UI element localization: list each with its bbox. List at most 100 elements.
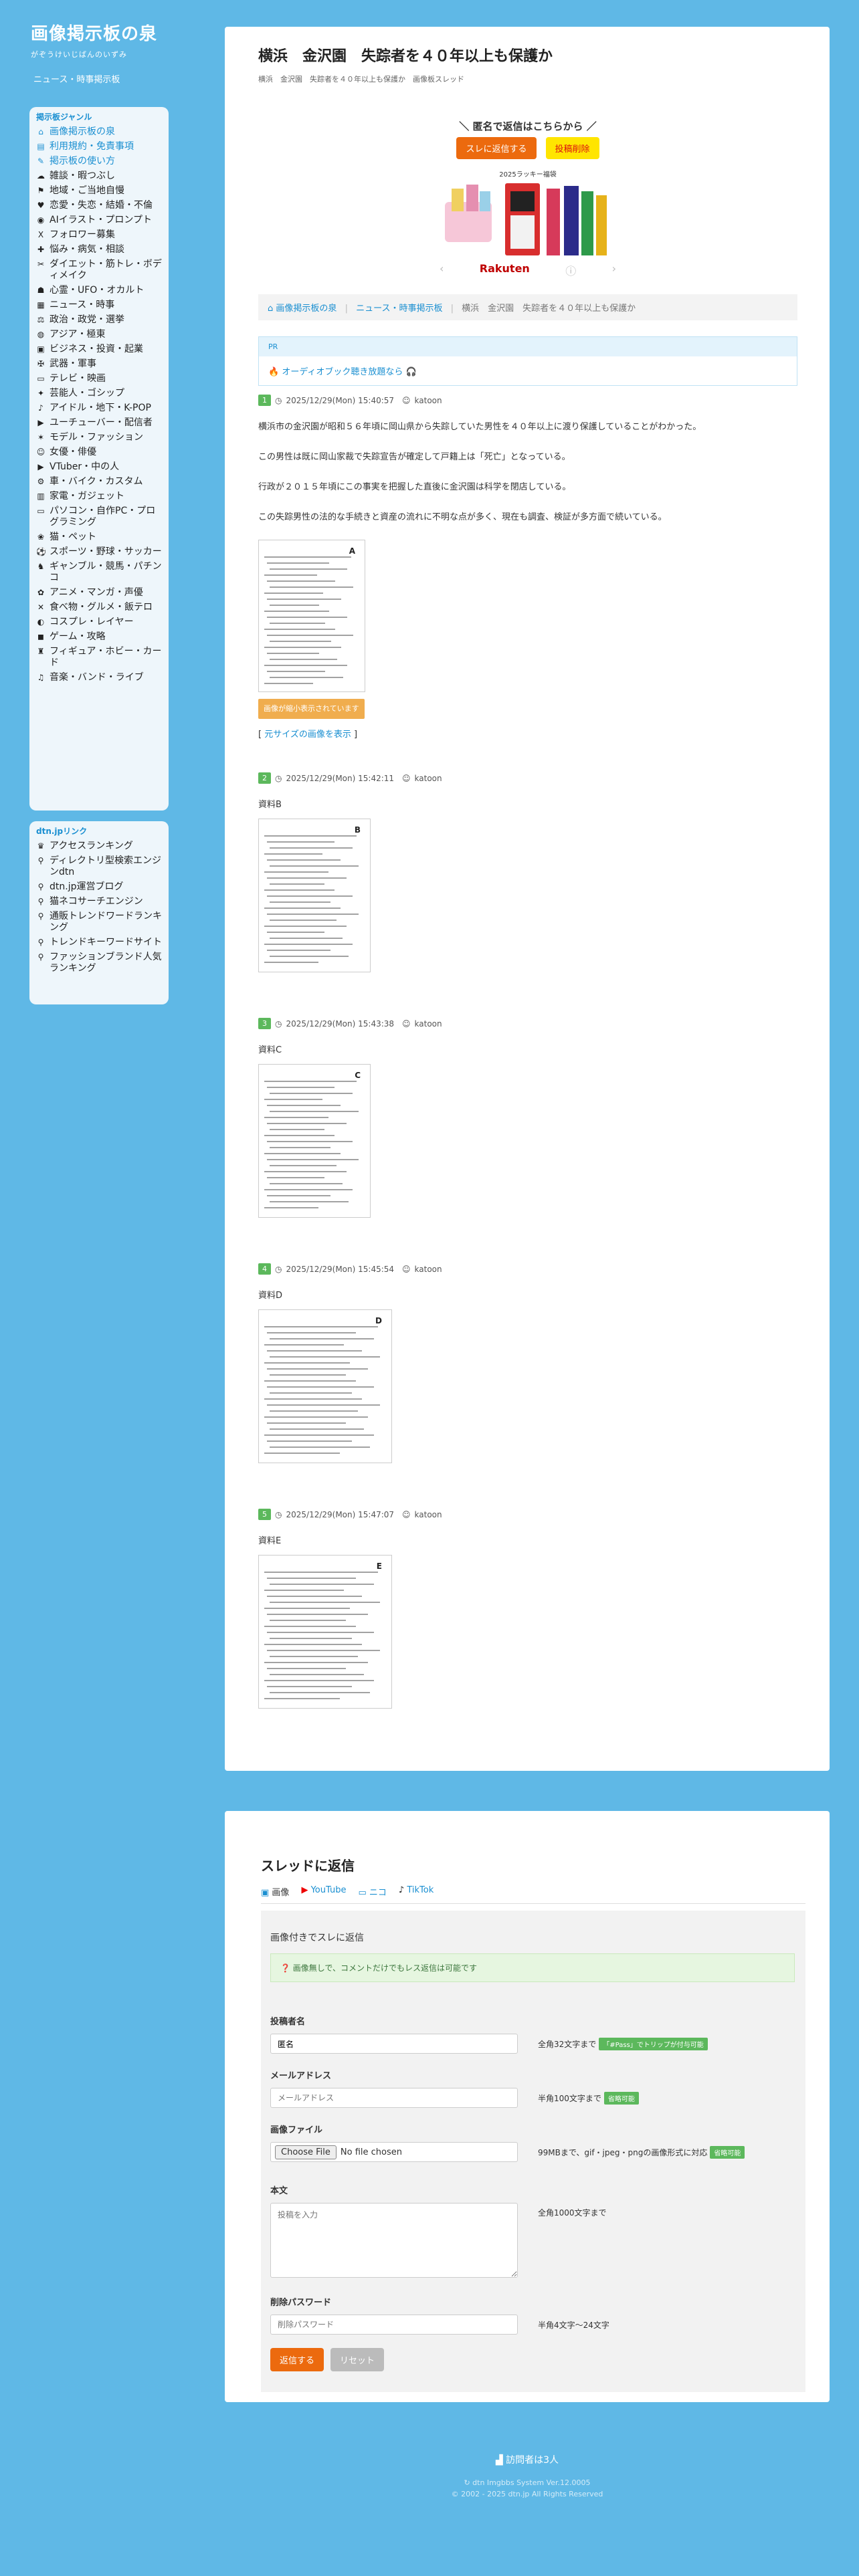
tab-youtube[interactable]: ▶ YouTube: [301, 1885, 346, 1898]
post-paragraph: 資料E: [258, 1536, 282, 1546]
reply-tabs: ▣ 画像 ▶ YouTube ▭ ニコ ♪ TikTok: [261, 1885, 805, 1904]
genre-menu-item-label: 音楽・バンド・ライブ: [50, 672, 144, 683]
genre-menu-item[interactable]: ⚙ 車・バイク・カスタム: [36, 476, 163, 488]
genre-menu-item[interactable]: ⚖ 政治・政党・選挙: [36, 314, 163, 326]
genre-menu-item-icon: ⚽: [36, 547, 46, 556]
tab-tiktok[interactable]: ♪ TikTok: [399, 1885, 434, 1898]
genre-menu-item[interactable]: ▭ パソコン・自作PC・プログラミング: [36, 506, 163, 528]
genre-menu-item[interactable]: ☁ 雑談・暇つぶし: [36, 171, 163, 182]
pr-link[interactable]: オーディオブック聴き放題なら: [282, 367, 403, 377]
image-text-line: [264, 1608, 350, 1609]
post-number[interactable]: 3: [258, 1018, 271, 1029]
genre-menu-item[interactable]: ♜ フィギュア・ホビー・カード: [36, 646, 163, 669]
genre-menu-item[interactable]: ✦ 芸能人・ゴシップ: [36, 388, 163, 399]
genre-menu-item[interactable]: ▭ テレビ・映画: [36, 373, 163, 385]
post-image[interactable]: D: [258, 1309, 392, 1463]
genre-menu-item[interactable]: ▤ 利用規約・免責事項: [36, 141, 163, 152]
links-menu-item[interactable]: ⚲ ディレクトリ型検索エンジンdtn: [36, 855, 163, 878]
genre-menu-item-icon: ⚑: [37, 186, 45, 195]
ad-prev-icon[interactable]: ‹: [440, 262, 444, 278]
post-user: katoon: [414, 1509, 442, 1519]
image-text-line: [270, 1410, 358, 1412]
site-logo[interactable]: 画像掲示板の泉 がぞうけいじばんのいずみ: [31, 20, 157, 60]
post-image[interactable]: C: [258, 1064, 371, 1218]
links-menu-item-icon: ⚲: [37, 911, 44, 921]
site-title[interactable]: 画像掲示板の泉: [31, 20, 157, 45]
genre-menu-item[interactable]: ✂ ダイエット・筋トレ・ボディメイク: [36, 259, 163, 282]
post-number[interactable]: 2: [258, 772, 271, 784]
genre-menu-item[interactable]: ♪ アイドル・地下・K-POP: [36, 403, 163, 414]
genre-menu-item[interactable]: ✶ モデル・ファッション: [36, 432, 163, 443]
genre-menu-item[interactable]: ✿ アニメ・マンガ・声優: [36, 587, 163, 599]
genre-menu-item[interactable]: ▦ ニュース・時事: [36, 300, 163, 311]
genre-menu-item[interactable]: ⚽ スポーツ・野球・サッカー: [36, 546, 163, 558]
genre-menu-item[interactable]: ☺ 女優・俳優: [36, 447, 163, 458]
links-menu-item[interactable]: ⚲ ファッションブランド人気ランキング: [36, 952, 163, 974]
breadcrumb-category[interactable]: ニュース・時事掲示板: [356, 304, 442, 314]
post-number[interactable]: 5: [258, 1509, 271, 1520]
image-text-line: [270, 1374, 346, 1376]
user-icon: ☺: [402, 1018, 411, 1029]
name-input[interactable]: [270, 2034, 518, 2054]
delete-password-input[interactable]: [270, 2315, 518, 2335]
links-menu-item[interactable]: ♛ アクセスランキング: [36, 841, 163, 852]
post-image[interactable]: E: [258, 1555, 392, 1709]
submit-button[interactable]: 返信する: [270, 2348, 324, 2371]
image-text-line: [267, 671, 325, 672]
reply-thread-button[interactable]: スレに返信する: [456, 137, 537, 159]
genre-menu-item[interactable]: ◐ コスプレ・レイヤー: [36, 617, 163, 628]
fullsize-link[interactable]: 元サイズの画像を表示: [264, 730, 351, 740]
genre-menu-item-label: 掲示板の使い方: [50, 156, 115, 167]
post-image[interactable]: A: [258, 540, 365, 692]
genre-menu-item[interactable]: ⚑ 地域・ご当地自慢: [36, 185, 163, 197]
tab-image[interactable]: ▣ 画像: [261, 1885, 289, 1898]
genre-menu-item[interactable]: ✎ 掲示板の使い方: [36, 156, 163, 167]
genre-menu-item[interactable]: ❀ 猫・ペット: [36, 532, 163, 543]
post-number[interactable]: 1: [258, 395, 271, 406]
delete-post-button[interactable]: 投稿削除: [545, 137, 599, 159]
genre-menu-item[interactable]: ▥ 家電・ガジェット: [36, 491, 163, 502]
genre-menu-item-label: 恋愛・失恋・結婚・不倫: [50, 200, 153, 211]
email-field[interactable]: [270, 2088, 518, 2108]
genre-menu-item-icon: ▣: [37, 344, 45, 354]
genre-menu-item[interactable]: ♥ 恋愛・失恋・結婚・不倫: [36, 200, 163, 211]
rakuten-ad[interactable]: 2025ラッキー福袋 ‹ Rakuten ⓘ ›: [434, 169, 622, 289]
post-image[interactable]: B: [258, 819, 371, 972]
genre-menu-item[interactable]: ◼ ゲーム・攻略: [36, 631, 163, 643]
genre-menu-item[interactable]: ♫ 音楽・バンド・ライブ: [36, 672, 163, 683]
genre-menu-item[interactable]: ▶ ユーチューバー・配信者: [36, 417, 163, 429]
genre-menu-item[interactable]: ◉ AIイラスト・プロンプト: [36, 215, 163, 226]
genre-menu-item[interactable]: ▶ VTuber・中の人: [36, 461, 163, 473]
genre-menu-item-label: AIイラスト・プロンプト: [50, 215, 153, 225]
category-link[interactable]: ニュース・時事掲示板: [33, 72, 120, 85]
rakuten-logo[interactable]: Rakuten: [480, 262, 530, 278]
links-menu-item[interactable]: ⚲ dtn.jp運営ブログ: [36, 881, 163, 893]
links-menu-item[interactable]: ⚲ 猫ネコサーチエンジン: [36, 896, 163, 907]
ad-next-icon[interactable]: ›: [612, 262, 616, 278]
image-text-line: [267, 580, 335, 582]
genre-menu-item[interactable]: ✠ 武器・軍事: [36, 358, 163, 370]
genre-menu-item[interactable]: ✚ 悩み・病気・相談: [36, 244, 163, 255]
links-menu-item[interactable]: ⚲ トレンドキーワードサイト: [36, 937, 163, 948]
links-menu-item[interactable]: ⚲ 通販トレンドワードランキング: [36, 911, 163, 934]
genre-menu-item[interactable]: ▣ ビジネス・投資・起業: [36, 344, 163, 355]
genre-menu-item[interactable]: ♞ ギャンブル・競馬・パチンコ: [36, 561, 163, 584]
genre-menu-item-label: 雑談・暇つぶし: [50, 171, 115, 181]
tiktok-icon: ♪: [398, 1885, 407, 1895]
choose-file-button[interactable]: Choose File: [275, 2145, 337, 2159]
ad-info-icon[interactable]: ⓘ: [565, 262, 576, 278]
genre-menu-item[interactable]: ◍ アジア・極東: [36, 329, 163, 340]
genre-menu-item[interactable]: ☗ 心霊・UFO・オカルト: [36, 285, 163, 296]
breadcrumb-home[interactable]: 画像掲示板の泉: [276, 304, 337, 314]
ad-products-image[interactable]: [445, 182, 611, 261]
reset-button[interactable]: リセット: [330, 2348, 385, 2371]
body-textarea[interactable]: [270, 2203, 518, 2278]
tab-nico[interactable]: ▭ ニコ: [358, 1885, 386, 1898]
genre-menu-item[interactable]: ⌂ 画像掲示板の泉: [36, 126, 163, 138]
image-text-line: [270, 1584, 374, 1585]
file-input[interactable]: Choose File No file chosen: [270, 2142, 518, 2162]
genre-menu-item[interactable]: X フォロワー募集: [36, 229, 163, 241]
post-number[interactable]: 4: [258, 1263, 271, 1275]
genre-menu-item[interactable]: ✕ 食べ物・グルメ・飯テロ: [36, 602, 163, 613]
image-text-line: [267, 617, 347, 618]
